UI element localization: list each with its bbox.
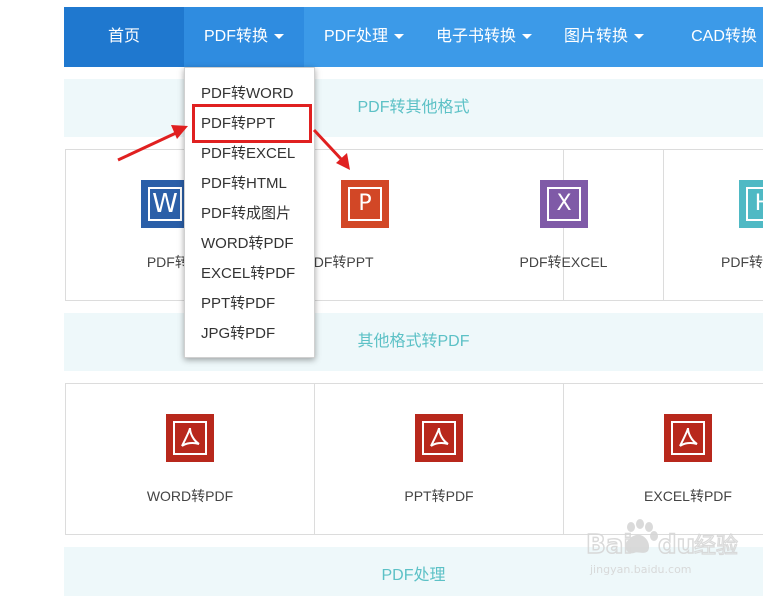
annotation-arrow-right — [312, 128, 350, 170]
svg-text:Bai: Bai — [586, 530, 632, 560]
annotation-arrow-left — [117, 125, 188, 162]
baidu-paw-logo: Bai du 经验 jingyan.baidu.com — [585, 519, 739, 576]
annotation-arrows — [117, 125, 350, 170]
svg-text:du: du — [658, 530, 695, 560]
svg-text:经验: 经验 — [694, 534, 738, 559]
svg-text:jingyan.baidu.com: jingyan.baidu.com — [589, 563, 692, 576]
baidu-jingyan-watermark: Bai du 经验 jingyan.baidu.com — [585, 515, 746, 585]
